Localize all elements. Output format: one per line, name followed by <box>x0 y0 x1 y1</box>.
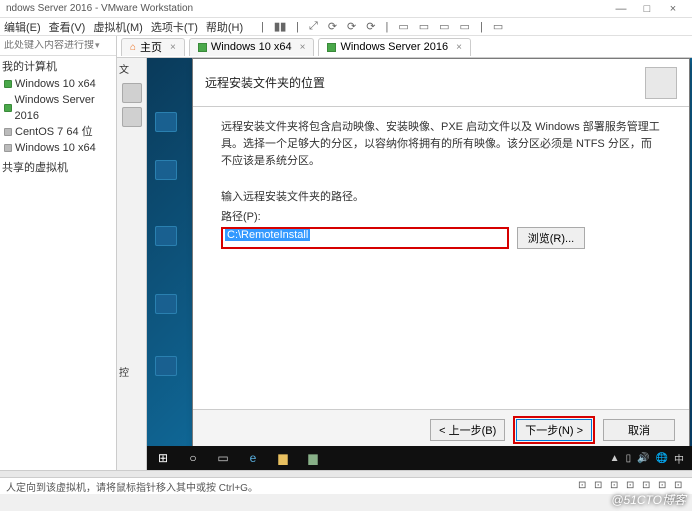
wds-wizard-dialog: 远程安装文件夹的位置 远程安装文件夹将包含启动映像、安装映像、PXE 启动文件以… <box>192 58 690 450</box>
tree-my-computer[interactable]: 我的计算机 <box>2 59 114 75</box>
vm-display[interactable]: 文 控 远程安装文件夹的位置 远 <box>117 58 692 470</box>
tree-vm[interactable]: CentOS 7 64 位 <box>2 124 114 140</box>
toolbar-icon[interactable]: ⤢ <box>309 20 318 33</box>
vm-on-icon <box>4 104 12 112</box>
toolbar-icon[interactable]: ▭ <box>439 20 449 33</box>
desktop-icon[interactable] <box>153 160 179 188</box>
toolbar-icon[interactable]: ⟳ <box>366 20 375 33</box>
pause-icon[interactable]: ▮▮ <box>274 20 286 33</box>
edge-icon[interactable]: e <box>239 447 267 469</box>
tree-vm[interactable]: Windows 10 x64 <box>2 140 114 156</box>
close-icon[interactable]: × <box>300 42 306 53</box>
horizontal-scrollbar[interactable] <box>0 470 692 477</box>
vm-icon <box>198 43 207 52</box>
titlebar: ndows Server 2016 - VMware Workstation —… <box>0 0 692 18</box>
back-button[interactable]: < 上一步(B) <box>430 419 505 441</box>
start-button[interactable]: ⊞ <box>149 447 177 469</box>
search-input[interactable] <box>4 40 94 51</box>
wizard-icon <box>645 67 677 99</box>
vm-icon <box>327 43 336 52</box>
window-title: ndows Server 2016 - VMware Workstation <box>6 3 193 14</box>
tray-icon[interactable]: 🌐 <box>656 453 668 464</box>
explorer-icon[interactable]: ▆ <box>269 447 297 469</box>
guest-desktop[interactable]: 远程安装文件夹的位置 远程安装文件夹将包含启动映像、安装映像、PXE 启动文件以… <box>147 58 692 446</box>
maximize-button[interactable]: □ <box>634 3 660 15</box>
sidebar-tool-icon[interactable] <box>122 107 142 127</box>
toolbar-icon[interactable]: ⟳ <box>328 20 337 33</box>
wizard-title: 远程安装文件夹的位置 <box>205 74 645 91</box>
menu-tabs[interactable]: 选项卡(T) <box>151 19 198 35</box>
close-button[interactable]: × <box>660 3 686 15</box>
status-icon[interactable]: ⊡ <box>594 480 606 492</box>
menubar: 编辑(E) 查看(V) 虚拟机(M) 选项卡(T) 帮助(H) | ▮▮ | ⤢… <box>0 18 692 36</box>
close-icon[interactable]: × <box>170 42 176 53</box>
library-pane: ▾ 我的计算机 Windows 10 x64 Windows Server 20… <box>0 36 117 470</box>
vm-sidebar: 文 控 <box>117 58 147 470</box>
menu-view[interactable]: 查看(V) <box>49 19 86 35</box>
vm-off-icon <box>4 144 12 152</box>
menu-vm[interactable]: 虚拟机(M) <box>93 19 143 35</box>
status-icon[interactable]: ⊡ <box>578 480 590 492</box>
tray-icon[interactable]: 中 <box>674 451 684 466</box>
guest-taskbar[interactable]: ⊞ ○ ▭ e ▆ ▆ ▲ ▯ 🔊 🌐 中 <box>147 446 692 470</box>
minimize-button[interactable]: — <box>608 3 634 15</box>
vm-on-icon <box>4 80 12 88</box>
tree-vm[interactable]: Windows Server 2016 <box>2 92 114 124</box>
desktop-icon[interactable] <box>153 294 179 322</box>
home-icon: ⌂ <box>130 42 136 53</box>
desktop-icon[interactable] <box>153 226 179 254</box>
path-value: C:\RemoteInstall <box>225 229 310 241</box>
menu-edit[interactable]: 编辑(E) <box>4 19 41 35</box>
sidebar-label: 控 <box>117 361 146 382</box>
cancel-button[interactable]: 取消 <box>603 419 675 441</box>
tree-vm[interactable]: Windows 10 x64 <box>2 76 114 92</box>
tree-shared[interactable]: 共享的虚拟机 <box>2 160 114 176</box>
server-manager-icon[interactable]: ▆ <box>299 447 327 469</box>
watermark: @51CTO博客 <box>611 491 686 508</box>
sidebar-label: 文 <box>117 58 146 79</box>
close-icon[interactable]: × <box>456 42 462 53</box>
tab-vm2[interactable]: Windows Server 2016 × <box>318 38 470 56</box>
tabstrip: ⌂ 主页 × Windows 10 x64 × Windows Server 2… <box>117 36 692 58</box>
tray-icon[interactable]: 🔊 <box>637 453 649 464</box>
tab-home[interactable]: ⌂ 主页 × <box>121 38 185 56</box>
library-search[interactable]: ▾ <box>0 36 116 56</box>
tab-vm1[interactable]: Windows 10 x64 × <box>189 38 315 56</box>
wizard-prompt: 输入远程安装文件夹的路径。 <box>221 188 661 204</box>
toolbar-icon[interactable]: ⟳ <box>347 20 356 33</box>
menu-help[interactable]: 帮助(H) <box>206 19 243 35</box>
search-icon[interactable]: ○ <box>179 447 207 469</box>
status-text: 人定向到该虚拟机，请将鼠标指针移入其中或按 Ctrl+G。 <box>6 479 258 494</box>
statusbar: 人定向到该虚拟机，请将鼠标指针移入其中或按 Ctrl+G。 ⊡ ⊡ ⊡ ⊡ ⊡ … <box>0 477 692 494</box>
taskview-icon[interactable]: ▭ <box>209 447 237 469</box>
tray-icon[interactable]: ▲ <box>610 453 620 464</box>
path-input[interactable]: C:\RemoteInstall <box>221 227 509 249</box>
path-label: 路径(P): <box>221 208 661 224</box>
tray-icon[interactable]: ▯ <box>626 453 632 464</box>
toolbar-icon[interactable]: ▭ <box>493 20 503 33</box>
vm-off-icon <box>4 128 12 136</box>
desktop-icon[interactable] <box>153 356 179 384</box>
sidebar-tool-icon[interactable] <box>122 83 142 103</box>
wizard-description: 远程安装文件夹将包含启动映像、安装映像、PXE 启动文件以及 Windows 部… <box>221 119 661 170</box>
desktop-icon[interactable] <box>153 112 179 140</box>
browse-button[interactable]: 浏览(R)... <box>517 227 585 249</box>
system-tray[interactable]: ▲ ▯ 🔊 🌐 中 <box>610 451 690 466</box>
search-dropdown-icon[interactable]: ▾ <box>95 40 100 51</box>
toolbar-icon[interactable]: ▭ <box>419 20 429 33</box>
toolbar-icon[interactable]: ▭ <box>460 20 470 33</box>
toolbar-icon[interactable]: ▭ <box>398 20 408 33</box>
next-button[interactable]: 下一步(N) > <box>516 419 592 441</box>
